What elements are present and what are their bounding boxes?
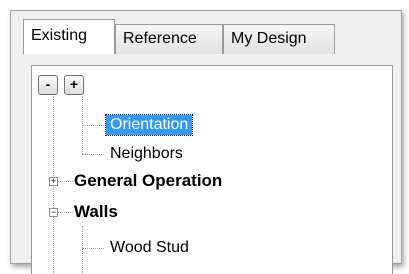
- expand-all-button[interactable]: +: [64, 75, 84, 95]
- collapse-icon[interactable]: −: [49, 208, 58, 217]
- tab-reference-label: Reference: [123, 30, 197, 47]
- tab-my-design[interactable]: My Design: [223, 24, 335, 54]
- tree-item-wood-stud[interactable]: Wood Stud: [110, 238, 189, 258]
- tree-item-walls[interactable]: Walls: [74, 202, 118, 222]
- tab-reference[interactable]: Reference: [115, 24, 223, 54]
- tree-connector: [82, 154, 104, 155]
- tree-connector: [82, 125, 104, 126]
- tree-item-general-operation[interactable]: General Operation: [74, 171, 222, 191]
- expand-icon[interactable]: +: [49, 177, 58, 186]
- tree-connector: [58, 181, 73, 182]
- tab-existing[interactable]: Existing: [23, 19, 115, 54]
- tree-connector: [58, 212, 73, 213]
- tab-existing-label: Existing: [31, 27, 88, 44]
- plus-icon: +: [69, 76, 79, 92]
- collapse-all-button[interactable]: -: [38, 75, 58, 95]
- tab-my-design-label: My Design: [231, 30, 307, 47]
- tree-item-neighbors[interactable]: Neighbors: [110, 144, 183, 164]
- tree-connector: [82, 248, 104, 249]
- options-panel: Existing Reference My Design - + Orienta…: [10, 10, 402, 274]
- minus-icon: -: [45, 76, 51, 92]
- tree-branch-line-walls: [82, 226, 83, 274]
- tree-view[interactable]: - + Orientation Neighbors + General Oper…: [31, 65, 393, 274]
- tree-item-orientation[interactable]: Orientation: [104, 114, 194, 136]
